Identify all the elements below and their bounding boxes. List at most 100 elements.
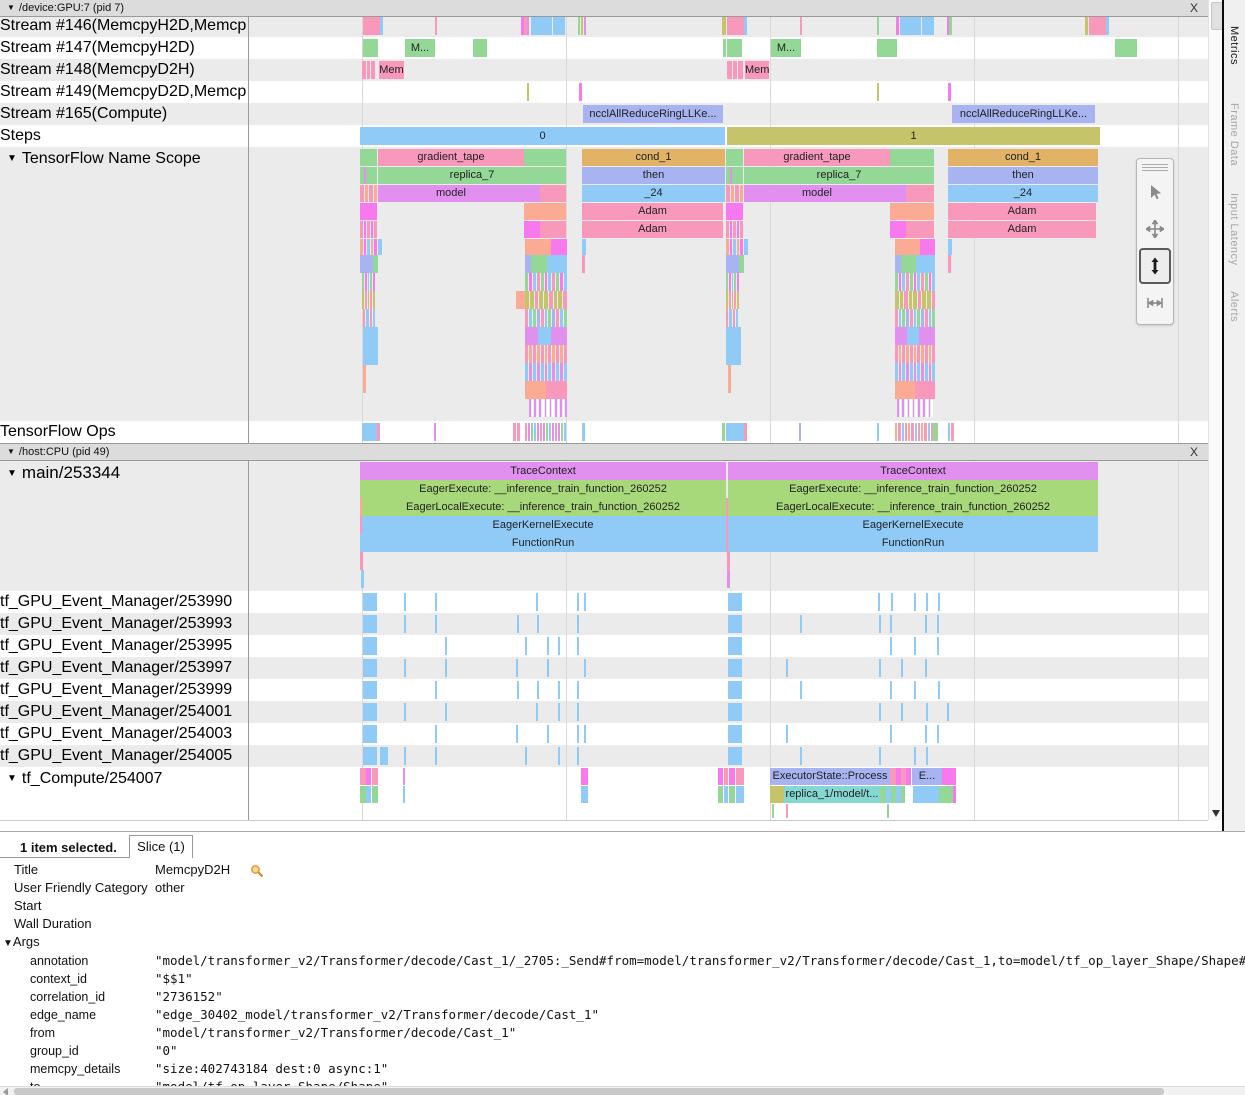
trace-event[interactable] (800, 17, 802, 35)
trace-event[interactable] (525, 239, 551, 255)
timing-tool-button[interactable] (1139, 285, 1171, 321)
trace-event[interactable] (736, 786, 744, 803)
trace-event[interactable]: TraceContext (360, 462, 726, 480)
trace-event[interactable] (372, 768, 378, 785)
trace-event[interactable] (879, 615, 881, 633)
trace-event[interactable] (925, 725, 927, 743)
trace-event[interactable] (723, 39, 726, 57)
trace-event[interactable] (525, 327, 538, 345)
trace-event[interactable] (937, 615, 939, 633)
trace-event[interactable] (435, 747, 437, 765)
trace-event[interactable] (729, 786, 735, 803)
trace-event[interactable] (363, 659, 377, 677)
select-tool-button[interactable] (1139, 174, 1171, 210)
trace-event[interactable] (879, 703, 881, 721)
trace-event[interactable] (404, 703, 406, 721)
trace-event[interactable]: replica_7 (378, 167, 566, 184)
trace-event[interactable] (877, 83, 879, 101)
trace-event[interactable] (901, 255, 916, 273)
trace-event[interactable] (577, 637, 579, 655)
trace-event[interactable]: gradient_tape (378, 149, 524, 166)
trace-event-cluster[interactable] (726, 239, 743, 255)
trace-event[interactable] (558, 703, 560, 721)
trace-event[interactable] (582, 255, 585, 273)
trace-event[interactable] (939, 786, 953, 803)
trace-event-cluster[interactable] (895, 273, 935, 291)
trace-event[interactable] (890, 615, 892, 633)
palette-drag-handle[interactable] (1142, 163, 1168, 171)
trace-event[interactable] (360, 167, 377, 184)
trace-event[interactable] (584, 593, 586, 611)
trace-event[interactable] (547, 255, 567, 273)
trace-event[interactable]: then (582, 167, 725, 184)
trace-event[interactable] (547, 659, 549, 677)
trace-event[interactable] (800, 615, 802, 633)
trace-event[interactable] (951, 423, 954, 441)
trace-event-cluster[interactable] (895, 291, 935, 309)
trace-event[interactable] (404, 747, 406, 765)
trace-event[interactable] (728, 615, 742, 633)
trace-event[interactable] (799, 423, 801, 441)
trace-event[interactable]: _24 (582, 185, 725, 202)
trace-event-cluster[interactable] (895, 363, 935, 381)
trace-event[interactable]: FunctionRun (728, 534, 1098, 552)
trace-event[interactable] (445, 659, 447, 677)
trace-event[interactable] (435, 17, 437, 35)
trace-event[interactable] (537, 615, 539, 633)
trace-event[interactable] (718, 768, 723, 785)
trace-event[interactable] (525, 637, 527, 655)
trace-event[interactable] (728, 593, 742, 611)
trace-event[interactable] (728, 725, 742, 743)
trace-event-cluster[interactable] (525, 291, 567, 309)
trace-event[interactable] (531, 255, 547, 273)
trace-event[interactable] (517, 615, 519, 633)
trace-event[interactable] (581, 768, 588, 785)
trace-event-cluster[interactable] (726, 273, 739, 291)
trace-event[interactable] (360, 516, 362, 534)
trace-event-cluster[interactable] (525, 345, 567, 363)
trace-event[interactable]: cond_1 (582, 149, 725, 166)
trace-event[interactable] (879, 659, 881, 677)
trace-event[interactable] (584, 659, 586, 677)
trace-event[interactable]: Mem (379, 61, 404, 79)
trace-event[interactable] (558, 637, 560, 655)
trace-event[interactable] (579, 83, 582, 101)
trace-event[interactable] (726, 255, 739, 273)
trace-event[interactable] (540, 221, 566, 238)
trace-event[interactable] (517, 423, 520, 441)
trace-event-cluster[interactable] (726, 291, 739, 309)
trace-event[interactable] (525, 747, 527, 765)
trace-event[interactable] (914, 747, 916, 765)
trace-event[interactable] (728, 747, 742, 765)
trace-event[interactable] (728, 659, 742, 677)
trace-event-cluster[interactable] (360, 185, 377, 202)
trace-event[interactable] (926, 703, 928, 721)
trace-event[interactable] (577, 703, 579, 721)
trace-event[interactable] (895, 381, 915, 399)
trace-event[interactable]: Adam (582, 203, 723, 220)
trace-event[interactable]: EagerExecute: __inference_train_function… (728, 480, 1098, 498)
trace-event[interactable] (360, 255, 373, 273)
trace-event[interactable] (536, 593, 538, 611)
scroll-down-arrow-icon[interactable] (1212, 810, 1220, 817)
trace-event[interactable] (877, 17, 879, 35)
trace-event[interactable] (363, 637, 377, 655)
trace-event[interactable]: 0 (360, 127, 725, 145)
trace-event[interactable] (577, 747, 579, 765)
trace-event[interactable] (1085, 17, 1088, 35)
trace-event[interactable] (404, 659, 406, 677)
trace-event[interactable] (906, 185, 934, 202)
trace-event[interactable] (890, 637, 892, 655)
trace-event[interactable] (540, 185, 566, 202)
trace-event[interactable] (925, 659, 927, 677)
vertical-scrollbar[interactable] (1208, 0, 1223, 820)
trace-event[interactable] (473, 39, 487, 57)
trace-event[interactable]: M... (771, 39, 801, 57)
trace-event[interactable] (915, 381, 935, 399)
trace-event[interactable] (877, 39, 897, 57)
trace-event[interactable] (547, 725, 549, 743)
trace-event[interactable] (363, 615, 377, 633)
trace-event-cluster[interactable] (895, 423, 933, 441)
trace-event[interactable]: then (948, 167, 1098, 184)
trace-event[interactable]: replica_1/model/t... (784, 786, 880, 803)
